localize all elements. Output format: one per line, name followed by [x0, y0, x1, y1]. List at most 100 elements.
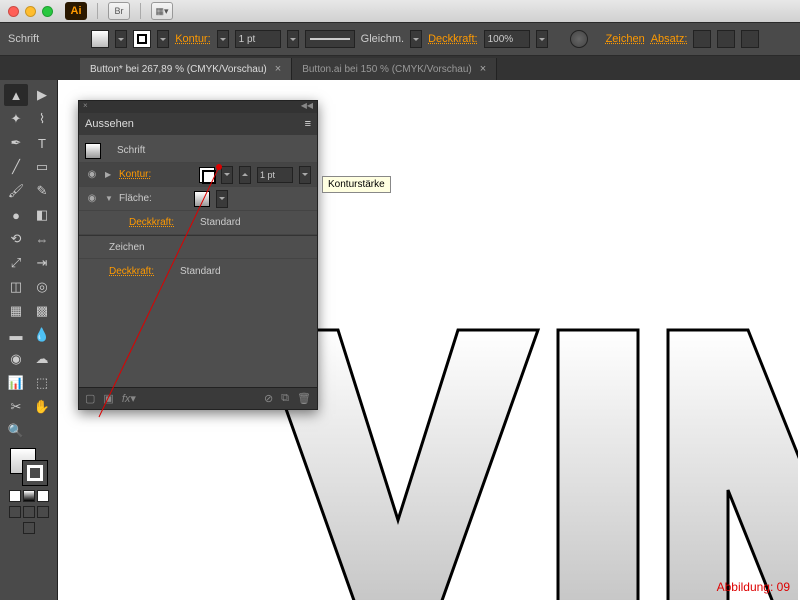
width-tool[interactable]: ⇥: [30, 252, 54, 274]
fill-swatch[interactable]: [91, 30, 109, 48]
panel-dock-icon[interactable]: ◀◀: [301, 101, 313, 113]
reflect-tool[interactable]: ⇔: [30, 228, 54, 250]
row-kontur-label[interactable]: Kontur:: [119, 169, 151, 180]
stroke-weight-input[interactable]: [235, 30, 281, 48]
stroke-label[interactable]: Kontur:: [175, 33, 210, 45]
fx-menu[interactable]: fx▾: [122, 392, 136, 405]
stroke-weight-down[interactable]: [217, 30, 229, 48]
eyedropper-tool[interactable]: 💧: [30, 324, 54, 346]
mesh-tool[interactable]: ▩: [30, 300, 54, 322]
bridge-button[interactable]: Br: [108, 2, 130, 20]
canvas[interactable]: ×◀◀ Aussehen ≡ Schrift ◉ ▶ Kontur:: [58, 80, 800, 600]
perspective-tool[interactable]: ▦: [4, 300, 28, 322]
app-badge: Ai: [65, 2, 87, 20]
clear-icon[interactable]: ⊘: [264, 392, 273, 405]
stroke-profile-dd[interactable]: [410, 30, 422, 48]
row-deckkraft1-label[interactable]: Deckkraft:: [129, 217, 174, 228]
align-right-button[interactable]: [741, 30, 759, 48]
fill-color-dd[interactable]: [216, 190, 228, 208]
stroke-weight-field[interactable]: [257, 167, 293, 183]
zoom-tool[interactable]: 🔍: [4, 420, 28, 442]
window-zoom-dot[interactable]: [42, 6, 53, 17]
stroke-profile-preview[interactable]: [305, 30, 355, 48]
rectangle-tool[interactable]: ▭: [30, 156, 54, 178]
panel-menu-icon[interactable]: ≡: [305, 118, 311, 130]
stroke-color-swatch[interactable]: [199, 167, 215, 183]
tools-panel: ▲ ▶ ✦ ⌇ ✒ T ╱ ▭ 🖌 ✎ ● ◧ ⟲ ⇔ ⤢ ⇥ ◫ ◎ ▦ ▩ …: [0, 80, 58, 600]
document-tab-active[interactable]: Button* bei 267,89 % (CMYK/Vorschau) ×: [80, 58, 292, 80]
close-icon[interactable]: ×: [275, 63, 281, 75]
fill-color-swatch[interactable]: [194, 191, 210, 207]
direct-selection-tool[interactable]: ▶: [30, 84, 54, 106]
line-tool[interactable]: ╱: [4, 156, 28, 178]
window-minimize-dot[interactable]: [25, 6, 36, 17]
eraser-tool[interactable]: ◧: [30, 204, 54, 226]
titlebar: Ai Br ▦▾: [0, 0, 800, 22]
pencil-tool[interactable]: ✎: [30, 180, 54, 202]
fill-dropdown[interactable]: [115, 30, 127, 48]
symbol-tool[interactable]: ☁: [30, 348, 54, 370]
stroke-color-dd[interactable]: [221, 166, 233, 184]
stroke-dropdown[interactable]: [157, 30, 169, 48]
visibility-icon[interactable]: ◉: [85, 192, 99, 206]
recolor-button[interactable]: [570, 30, 588, 48]
visibility-icon[interactable]: ◉: [85, 168, 99, 182]
collapse-icon[interactable]: ▼: [105, 194, 113, 203]
fill-stroke-indicator[interactable]: [10, 448, 48, 486]
none-mode-icon[interactable]: [37, 490, 49, 502]
window-close-dot[interactable]: [8, 6, 19, 17]
stroke-weight-dd[interactable]: [287, 30, 299, 48]
paragraph-panel-link[interactable]: Absatz:: [651, 33, 688, 45]
expand-icon[interactable]: ▶: [105, 170, 113, 179]
align-center-button[interactable]: [717, 30, 735, 48]
screen-mode-icon[interactable]: [23, 522, 35, 534]
new-stroke-icon[interactable]: ▢: [85, 392, 95, 405]
close-icon[interactable]: ×: [480, 63, 486, 75]
new-fill-icon[interactable]: ▣: [103, 392, 113, 405]
paintbrush-tool[interactable]: 🖌: [4, 180, 28, 202]
tab-label: Button.ai bei 150 % (CMYK/Vorschau): [302, 64, 472, 75]
gradient-tool[interactable]: ▬: [4, 324, 28, 346]
draw-normal-icon[interactable]: [9, 506, 21, 518]
weight-dd[interactable]: [299, 166, 311, 184]
slice-tool[interactable]: ✂: [4, 396, 28, 418]
lasso-tool[interactable]: ⌇: [30, 108, 54, 130]
opacity-dd[interactable]: [536, 30, 548, 48]
blob-brush-tool[interactable]: ●: [4, 204, 28, 226]
duplicate-icon[interactable]: ⧉: [281, 392, 289, 405]
mode-label: Schrift: [8, 33, 39, 45]
control-bar: Schrift Kontur: Gleichm. Deckkraft: Zeic…: [0, 22, 800, 56]
type-tool[interactable]: T: [30, 132, 54, 154]
weight-step-up[interactable]: [239, 166, 251, 184]
panel-collapse-icon[interactable]: ×: [83, 101, 88, 113]
stroke-swatch[interactable]: [133, 30, 151, 48]
trash-icon[interactable]: 🗑: [297, 392, 311, 405]
blend-tool[interactable]: ◉: [4, 348, 28, 370]
rotate-tool[interactable]: ⟲: [4, 228, 28, 250]
align-left-button[interactable]: [693, 30, 711, 48]
appearance-panel: ×◀◀ Aussehen ≡ Schrift ◉ ▶ Kontur:: [78, 100, 318, 410]
figure-caption: Abbildung: 09: [717, 580, 790, 594]
shape-builder-tool[interactable]: ◎: [30, 276, 54, 298]
character-panel-link[interactable]: Zeichen: [606, 33, 645, 45]
gradient-mode-icon[interactable]: [23, 490, 35, 502]
row-schrift-label: Schrift: [117, 145, 145, 156]
artboard-tool[interactable]: ⬚: [30, 372, 54, 394]
opacity-input[interactable]: [484, 30, 530, 48]
document-tab-inactive[interactable]: Button.ai bei 150 % (CMYK/Vorschau) ×: [292, 58, 497, 80]
pen-tool[interactable]: ✒: [4, 132, 28, 154]
graph-tool[interactable]: 📊: [4, 372, 28, 394]
selection-tool[interactable]: ▲: [4, 84, 28, 106]
magic-wand-tool[interactable]: ✦: [4, 108, 28, 130]
opacity-label[interactable]: Deckkraft:: [428, 33, 478, 45]
draw-inside-icon[interactable]: [37, 506, 49, 518]
color-mode-icon[interactable]: [9, 490, 21, 502]
scale-tool[interactable]: ⤢: [4, 252, 28, 274]
stroke-box[interactable]: [22, 460, 48, 486]
free-transform-tool[interactable]: ◫: [4, 276, 28, 298]
row-deckkraft2-value: Standard: [180, 266, 221, 277]
row-deckkraft2-label[interactable]: Deckkraft:: [109, 266, 154, 277]
hand-tool[interactable]: ✋: [30, 396, 54, 418]
draw-behind-icon[interactable]: [23, 506, 35, 518]
layout-button[interactable]: ▦▾: [151, 2, 173, 20]
